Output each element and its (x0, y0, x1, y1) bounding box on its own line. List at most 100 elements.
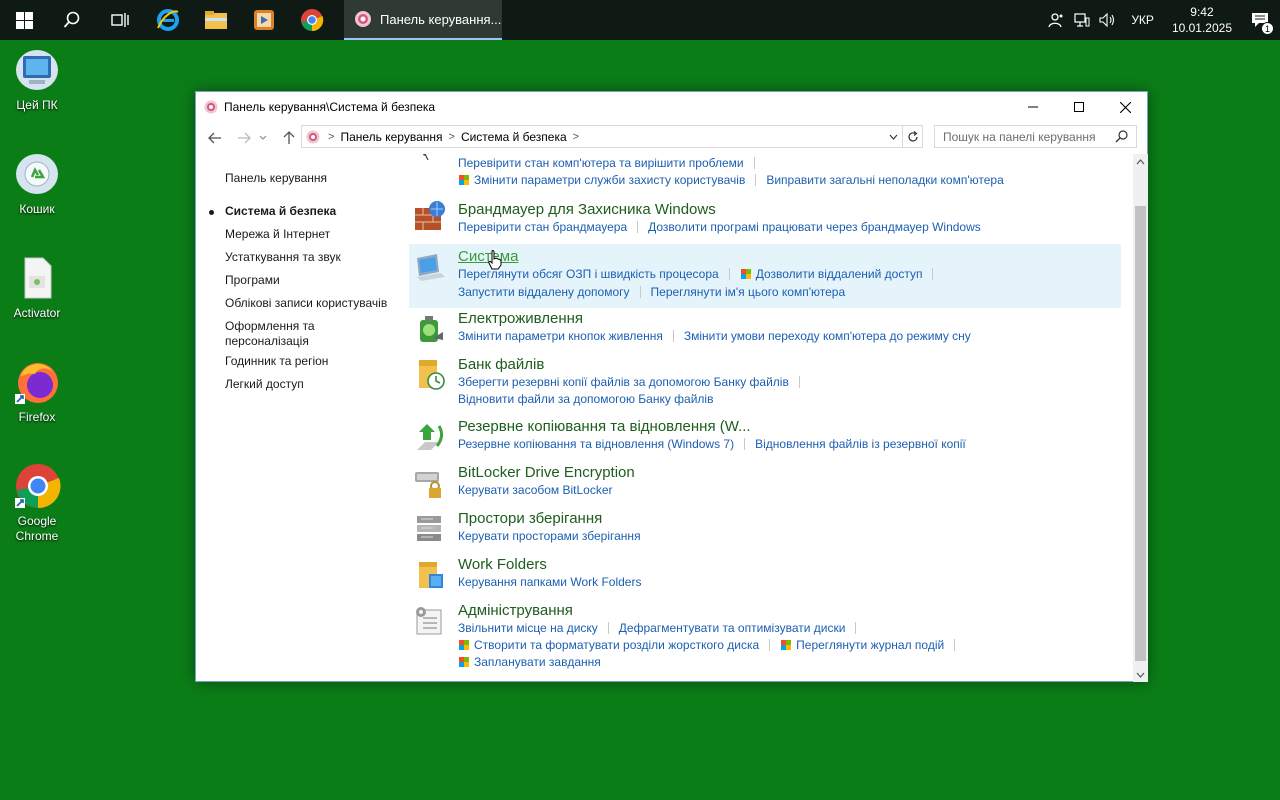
administrative-tools-icon (413, 604, 447, 638)
link-free-disk-space[interactable]: Звільнити місце на диску (458, 621, 598, 635)
category-title[interactable]: BitLocker Drive Encryption (458, 464, 635, 481)
link-defragment-drives[interactable]: Дефрагментувати та оптимізувати диски (619, 621, 846, 635)
link-manage-work-folders[interactable]: Керування папками Work Folders (458, 575, 641, 589)
link-schedule-tasks[interactable]: Запланувати завдання (474, 655, 601, 669)
category-storage-spaces: Простори зберігання Керувати просторами … (409, 508, 1121, 554)
control-panel-window: Панель керування\Система й безпека > Пан… (195, 91, 1148, 682)
breadcrumb-control-panel[interactable]: Панель керування (334, 130, 448, 144)
link-change-power-buttons[interactable]: Змінити параметри кнопок живлення (458, 329, 663, 343)
address-dropdown-button[interactable] (884, 126, 902, 147)
start-button[interactable] (0, 0, 48, 40)
link-separator (637, 221, 639, 233)
link-restore-files-from-backup[interactable]: Відновлення файлів із резервної копії (755, 437, 966, 451)
link-launch-remote-assistance[interactable]: Запустити віддалену допомогу (458, 285, 630, 299)
nav-control-panel-home[interactable]: Панель керування (225, 171, 327, 186)
folder-icon (205, 11, 227, 29)
category-title[interactable]: Резервне копіювання та відновлення (W... (458, 418, 751, 435)
volume-button[interactable] (1095, 0, 1121, 40)
address-bar[interactable]: > Панель керування > Система й безпека > (301, 125, 923, 148)
people-button[interactable] (1043, 0, 1069, 40)
link-manage-bitlocker[interactable]: Керувати засобом BitLocker (458, 483, 613, 497)
uac-shield-icon (458, 174, 470, 186)
desktop-icon-google-chrome[interactable]: Google Chrome (0, 462, 74, 544)
back-button[interactable] (204, 126, 226, 150)
clock[interactable]: 9:42 10.01.2025 (1164, 4, 1240, 36)
link-manage-storage-spaces[interactable]: Керувати просторами зберігання (458, 529, 641, 543)
link-create-format-partitions[interactable]: Створити та форматувати розділи жорстког… (474, 638, 759, 652)
task-view-button[interactable] (96, 0, 144, 40)
nav-network-internet[interactable]: Мережа й Інтернет (225, 227, 330, 242)
link-allow-remote-access[interactable]: Дозволити віддалений доступ (756, 267, 923, 281)
taskbar-explorer-app[interactable] (192, 0, 240, 40)
vertical-scrollbar[interactable] (1133, 154, 1148, 682)
nav-programs[interactable]: Програми (225, 273, 280, 288)
task-view-icon (111, 13, 129, 27)
nav-appearance-line1[interactable]: Оформлення та (225, 319, 315, 334)
link-check-computer-status[interactable]: Перевірити стан комп'ютера та вирішити п… (458, 156, 744, 170)
nav-system-security[interactable]: Система й безпека (225, 204, 336, 219)
search-button[interactable] (48, 0, 96, 40)
people-icon (1048, 13, 1063, 28)
desktop-icon-recycle-bin[interactable]: Кошик (0, 150, 74, 217)
taskbar-task-label: Панель керування... (380, 11, 502, 27)
nav-user-accounts[interactable]: Облікові записи користувачів (225, 296, 387, 311)
link-change-uac-settings[interactable]: Змінити параметри служби захисту користу… (474, 173, 745, 187)
forward-button[interactable] (233, 126, 255, 150)
category-title[interactable]: Електроживлення (458, 310, 583, 327)
desktop-icon-firefox[interactable]: Firefox (0, 358, 74, 425)
category-title[interactable]: Банк файлів (458, 356, 544, 373)
network-button[interactable] (1069, 0, 1095, 40)
network-icon (1074, 13, 1090, 27)
link-save-backups-file-history[interactable]: Зберегти резервні копії файлів за допомо… (458, 375, 789, 389)
up-button[interactable] (278, 126, 300, 150)
scrollbar-thumb[interactable] (1135, 206, 1146, 661)
search-icon (63, 11, 80, 28)
taskbar-control-panel-task[interactable]: Панель керування... (344, 0, 502, 40)
close-button[interactable] (1102, 92, 1148, 122)
link-row: Змінити параметри служби захисту користу… (458, 173, 1004, 187)
breadcrumb-system-security[interactable]: Система й безпека (455, 130, 573, 144)
control-panel-icon (355, 11, 371, 27)
link-backup-restore-win7[interactable]: Резервне копіювання та відновлення (Wind… (458, 437, 734, 451)
uac-shield-icon (780, 639, 792, 651)
desktop-icon-this-pc[interactable]: Цей ПК (0, 46, 74, 113)
category-title[interactable]: Адміністрування (458, 602, 573, 619)
taskbar-chrome-app[interactable] (288, 0, 336, 40)
category-system[interactable]: Система Переглянути обсяг ОЗП і швидкіст… (409, 244, 1121, 308)
link-view-ram-cpu[interactable]: Переглянути обсяг ОЗП і швидкість процес… (458, 267, 719, 281)
link-change-sleep-settings[interactable]: Змінити умови переходу комп'ютера до реж… (684, 329, 971, 343)
refresh-button[interactable] (902, 126, 922, 147)
uac-shield-icon (458, 656, 470, 668)
taskbar-media-app[interactable] (240, 0, 288, 40)
action-center-button[interactable]: 1 (1240, 0, 1280, 40)
minimize-button[interactable] (1010, 92, 1056, 122)
link-restore-files-file-history[interactable]: Відновити файли за допомогою Банку файлі… (458, 392, 713, 406)
category-title[interactable]: Простори зберігання (458, 510, 602, 527)
maximize-button[interactable] (1056, 92, 1102, 122)
desktop-icon-activator[interactable]: Activator (0, 254, 74, 321)
link-view-computer-name[interactable]: Переглянути ім'я цього комп'ютера (651, 285, 846, 299)
language-indicator[interactable]: УКР (1121, 13, 1164, 27)
window-titlebar[interactable]: Панель керування\Система й безпека (196, 92, 1147, 122)
file-history-icon (413, 358, 447, 392)
category-title[interactable]: Брандмауер для Захисника Windows (458, 201, 716, 218)
scroll-down-button[interactable] (1133, 667, 1148, 682)
taskbar-edge-app[interactable] (144, 0, 192, 40)
link-separator (954, 639, 956, 651)
recent-locations-button[interactable] (256, 126, 270, 150)
link-row: Зберегти резервні копії файлів за допомо… (458, 375, 810, 389)
nav-appearance-line2[interactable]: персоналізація (225, 334, 309, 349)
nav-hardware-sound[interactable]: Устаткування та звук (225, 250, 341, 265)
system-computer-icon (413, 250, 447, 284)
link-check-firewall[interactable]: Перевірити стан брандмауера (458, 220, 627, 234)
category-title[interactable]: Work Folders (458, 556, 547, 573)
nav-clock-region[interactable]: Годинник та регіон (225, 354, 328, 369)
link-view-event-logs[interactable]: Переглянути журнал подій (796, 638, 944, 652)
desktop-icon-label: Цей ПК (16, 98, 58, 112)
link-troubleshoot[interactable]: Виправити загальні неполадки комп'ютера (766, 173, 1003, 187)
scroll-up-button[interactable] (1133, 154, 1148, 169)
work-folders-icon (413, 558, 447, 592)
link-allow-app-firewall[interactable]: Дозволити програмі працювати через бранд… (648, 220, 981, 234)
search-input[interactable]: Пошук на панелі керування (934, 125, 1137, 148)
nav-ease-of-access[interactable]: Легкий доступ (225, 377, 304, 392)
